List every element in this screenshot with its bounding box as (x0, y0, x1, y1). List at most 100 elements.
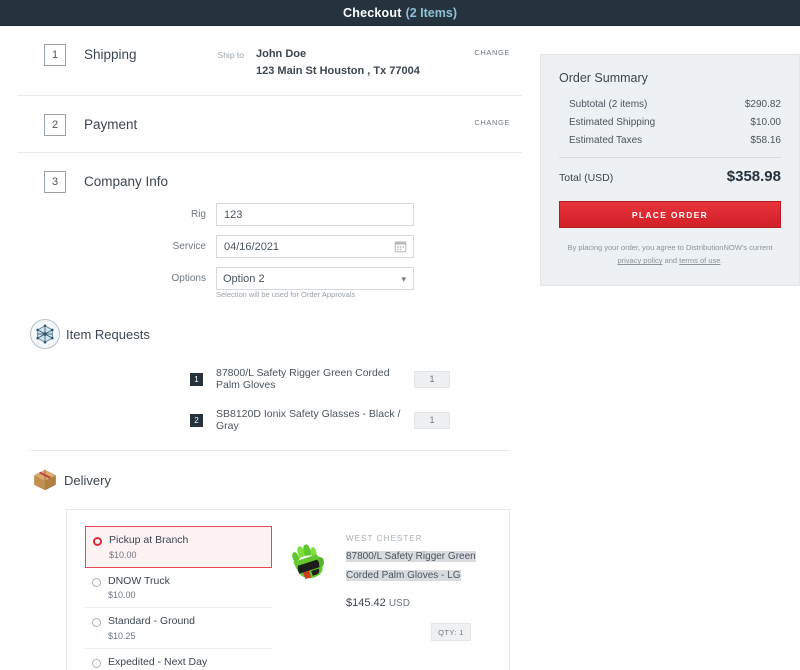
rig-field-row: Rig 123 (18, 203, 522, 226)
ship-to-name: John Doe (256, 46, 420, 63)
green-work-gloves-icon (286, 540, 334, 588)
rig-input[interactable]: 123 (216, 203, 414, 226)
privacy-policy-link[interactable]: privacy policy (617, 256, 662, 265)
payment-summary (194, 114, 522, 116)
shipping-change-link[interactable]: CHANGE (474, 48, 510, 57)
step-shipping[interactable]: 1 Shipping Ship to John Doe 123 Main St … (18, 26, 522, 96)
summary-total-label: Total (USD) (559, 172, 613, 184)
item-badge: 2 (190, 414, 203, 427)
payment-change-link[interactable]: CHANGE (474, 118, 510, 127)
product-price-row: $145.42 USD (346, 597, 499, 609)
item-qty-input[interactable]: 1 (414, 371, 450, 388)
shipping-option-label: Standard - Ground (108, 615, 195, 629)
summary-line-value: $290.82 (745, 99, 781, 110)
options-helper-text: Selection will be used for Order Approva… (216, 290, 522, 299)
delivery-product-info: WEST CHESTER 87800/L Safety Rigger Green… (346, 526, 499, 670)
cube-network-glyph (34, 323, 56, 345)
shipping-option-label: DNOW Truck (108, 575, 170, 589)
step-company-info: 3 Company Info (18, 153, 522, 197)
summary-divider (559, 157, 781, 158)
summary-line-shipping: Estimated Shipping $10.00 (559, 117, 781, 128)
order-summary-title: Order Summary (559, 71, 781, 85)
radio-icon[interactable] (92, 659, 101, 668)
ship-to-address-block: John Doe 123 Main St Houston , Tx 77004 (256, 46, 420, 79)
product-currency: USD (389, 598, 410, 609)
calendar-icon[interactable] (394, 240, 407, 253)
step-number-3: 3 (44, 171, 66, 193)
ship-to-address: 123 Main St Houston , Tx 77004 (256, 63, 420, 80)
delivery-title: Delivery (64, 473, 111, 488)
step-title-payment: Payment (84, 114, 194, 132)
product-brand: WEST CHESTER (346, 534, 499, 543)
step-number-2: 2 (44, 114, 66, 136)
summary-line-taxes: Estimated Taxes $58.16 (559, 135, 781, 146)
order-summary-column: Order Summary Subtotal (2 items) $290.82… (540, 26, 800, 286)
service-value: 04/16/2021 (224, 241, 279, 253)
checkout-header-bar: Checkout (2 Items) (0, 0, 800, 26)
checkout-main-column: 1 Shipping Ship to John Doe 123 Main St … (0, 26, 540, 670)
item-badge: 1 (190, 373, 203, 386)
item-requests-list: 1 87800/L Safety Rigger Green Corded Pal… (30, 353, 510, 451)
delivery-header: Delivery (18, 451, 522, 497)
service-field-row: Service 04/16/2021 (18, 235, 522, 258)
shipping-summary: Ship to John Doe 123 Main St Houston , T… (194, 44, 522, 79)
shipping-option-price: $10.00 (109, 550, 188, 560)
shipping-option-expedited-next-day[interactable]: Expedited - Next Day $50.00 (85, 649, 272, 670)
item-requests-title: Item Requests (66, 327, 150, 342)
service-date-input[interactable]: 04/16/2021 (216, 235, 414, 258)
page-title: Checkout (343, 6, 402, 20)
package-box-icon (32, 467, 58, 493)
step-title-shipping: Shipping (84, 44, 194, 62)
item-name: SB8120D Ionix Safety Glasses - Black / G… (216, 408, 414, 432)
shipping-option-label: Expedited - Next Day (108, 656, 207, 670)
options-select-wrap: Option 2 ▾ (216, 267, 414, 290)
options-label: Options (158, 273, 206, 284)
checkout-page: 1 Shipping Ship to John Doe 123 Main St … (0, 26, 800, 670)
shipping-option-dnow-truck[interactable]: DNOW Truck $10.00 (85, 568, 272, 609)
shipping-option-label: Pickup at Branch (109, 534, 188, 548)
legal-suffix: . (720, 256, 722, 265)
ship-to-label: Ship to (202, 46, 244, 60)
rig-label: Rig (158, 209, 206, 220)
product-price: $145.42 (346, 597, 386, 609)
cube-network-icon (30, 319, 60, 349)
header-item-count: (2 Items) (406, 6, 457, 20)
delivery-product: WEST CHESTER 87800/L Safety Rigger Green… (272, 526, 499, 670)
legal-disclaimer: By placing your order, you agree to Dist… (559, 241, 781, 267)
summary-total-row: Total (USD) $358.98 (559, 168, 781, 185)
terms-of-use-link[interactable]: terms of use (679, 256, 720, 265)
radio-icon[interactable] (92, 618, 101, 627)
item-name: 87800/L Safety Rigger Green Corded Palm … (216, 367, 414, 391)
summary-line-label: Subtotal (2 items) (569, 99, 647, 110)
item-requests-header: Item Requests (18, 303, 522, 353)
product-title[interactable]: 87800/L Safety Rigger Green Corded Palm … (346, 551, 476, 581)
legal-prefix: By placing your order, you agree to Dist… (568, 243, 773, 252)
step-title-company-info: Company Info (84, 171, 194, 189)
company-info-form: Rig 123 Service 04/16/2021 (18, 197, 522, 303)
radio-icon[interactable] (92, 578, 101, 587)
summary-line-subtotal: Subtotal (2 items) $290.82 (559, 99, 781, 110)
delivery-card: Pickup at Branch $10.00 DNOW Truck $10.0… (66, 509, 510, 670)
legal-middle: and (662, 256, 679, 265)
service-label: Service (158, 241, 206, 252)
shipping-option-standard-ground[interactable]: Standard - Ground $10.25 (85, 608, 272, 649)
radio-icon[interactable] (93, 537, 102, 546)
summary-line-label: Estimated Taxes (569, 135, 642, 146)
shipping-option-price: $10.25 (108, 631, 195, 641)
step-payment[interactable]: 2 Payment CHANGE (18, 96, 522, 153)
summary-line-value: $10.00 (750, 117, 781, 128)
item-request-row: 1 87800/L Safety Rigger Green Corded Pal… (30, 367, 510, 391)
options-field-row: Options Option 2 ▾ (18, 267, 522, 290)
place-order-button[interactable]: PLACE ORDER (559, 201, 781, 228)
step-number-1: 1 (44, 44, 66, 66)
product-qty-badge: QTY: 1 (431, 623, 471, 641)
shipping-option-pickup-at-branch[interactable]: Pickup at Branch $10.00 (85, 526, 272, 568)
summary-total-value: $358.98 (727, 168, 781, 185)
summary-line-value: $58.16 (750, 135, 781, 146)
shipping-option-price: $10.00 (108, 590, 170, 600)
options-select[interactable]: Option 2 (216, 267, 414, 290)
summary-line-label: Estimated Shipping (569, 117, 655, 128)
rig-value: 123 (224, 209, 242, 221)
item-request-row: 2 SB8120D Ionix Safety Glasses - Black /… (30, 408, 510, 432)
item-qty-input[interactable]: 1 (414, 412, 450, 429)
